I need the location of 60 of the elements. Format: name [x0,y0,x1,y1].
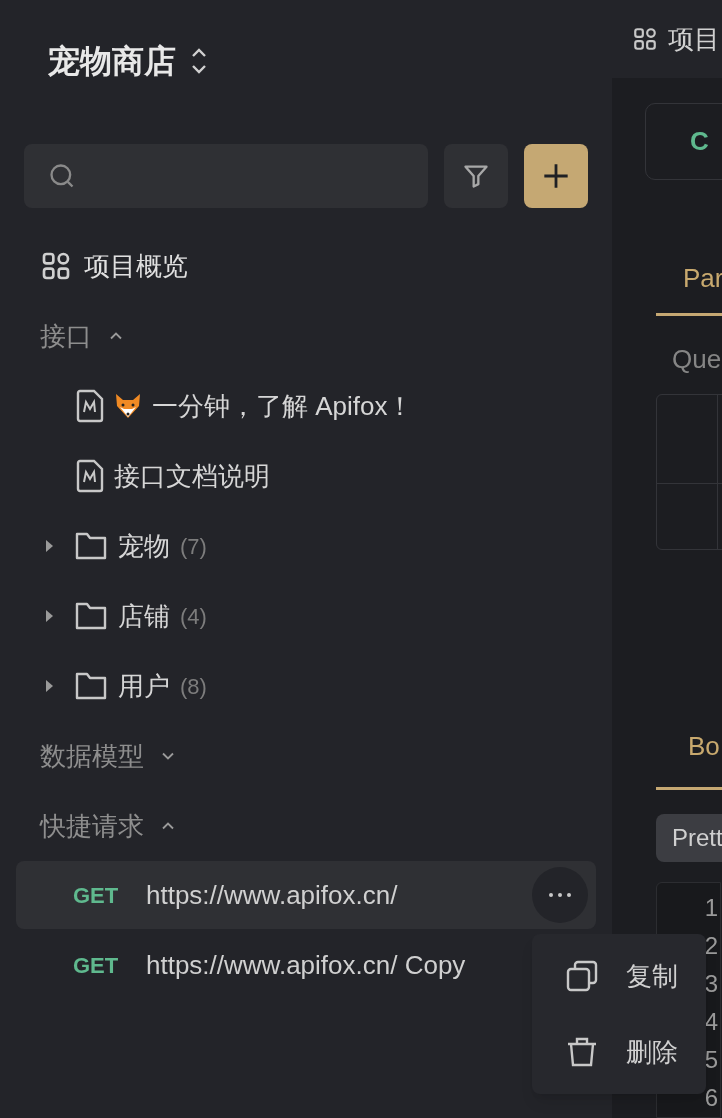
markdown-file-icon [76,459,104,493]
search-icon [48,162,76,190]
folder-name: 宠物 [118,529,170,563]
grid-icon [40,250,72,282]
query-label: Que [672,343,722,376]
menu-item[interactable]: 复制 [532,938,706,1014]
method-box[interactable]: C [645,103,722,180]
line-number: 5 [704,1045,718,1075]
doc-item[interactable]: 一分钟，了解 Apifox！ [0,371,612,441]
line-number: 1 [704,893,718,923]
section-title: 数据模型 [40,739,144,773]
request-item[interactable]: GET https://www.apifox.cn/ [16,861,596,929]
overview-item[interactable]: 项目概览 [0,231,612,301]
menu-item-label: 删除 [626,1035,678,1069]
doc-title: 接口文档说明 [114,459,270,493]
section-header[interactable]: 快捷请求 [0,791,612,861]
item-count: (8) [180,672,207,701]
folder-item[interactable]: 店铺 (4) [0,581,612,651]
overview-label: 项目概览 [84,249,188,283]
request-url: https://www.apifox.cn/ Copy [146,948,466,982]
folder-icon [74,671,108,701]
add-button[interactable] [524,144,588,208]
method-label: C [690,125,709,158]
body-tab[interactable]: Bo [656,706,722,790]
http-method: GET [73,881,120,910]
menu-item-label: 复制 [626,959,678,993]
folder-item[interactable]: 宠物 (7) [0,511,612,581]
folder-icon [74,601,108,631]
top-tab-label[interactable]: 项目 [668,19,720,59]
item-count: (4) [180,602,207,631]
up-down-chevron-icon[interactable] [190,46,208,76]
filter-button[interactable] [444,144,508,208]
section-header[interactable]: 数据模型 [0,721,612,791]
line-number: 3 [704,969,718,999]
copy-icon [566,960,598,992]
section-title: 快捷请求 [40,809,144,843]
doc-item[interactable]: 接口文档说明 [0,441,612,511]
folder-icon [74,531,108,561]
search-field[interactable] [24,144,428,208]
folder-name: 店铺 [118,599,170,633]
line-number: 6 [704,1083,718,1113]
trash-icon [566,1036,598,1068]
ellipsis-icon [548,892,572,898]
markdown-file-icon [76,389,104,423]
http-method: GET [73,951,120,980]
line-number: 2 [704,931,718,961]
project-name: 宠物商店 [48,42,176,81]
grid-icon [632,26,658,52]
fox-icon [114,393,142,419]
request-url: https://www.apifox.cn/ [146,878,398,912]
pretty-button[interactable]: Prett [656,814,722,862]
doc-title: 一分钟，了解 Apifox！ [152,389,414,423]
menu-item[interactable]: 删除 [532,1014,706,1090]
folder-item[interactable]: 用户 (8) [0,651,612,721]
section-title: 接口 [40,319,92,353]
item-count: (7) [180,532,207,561]
plus-icon [542,162,570,190]
line-number: 4 [704,1007,718,1037]
folder-name: 用户 [118,669,170,703]
section-header[interactable]: 接口 [0,301,612,371]
